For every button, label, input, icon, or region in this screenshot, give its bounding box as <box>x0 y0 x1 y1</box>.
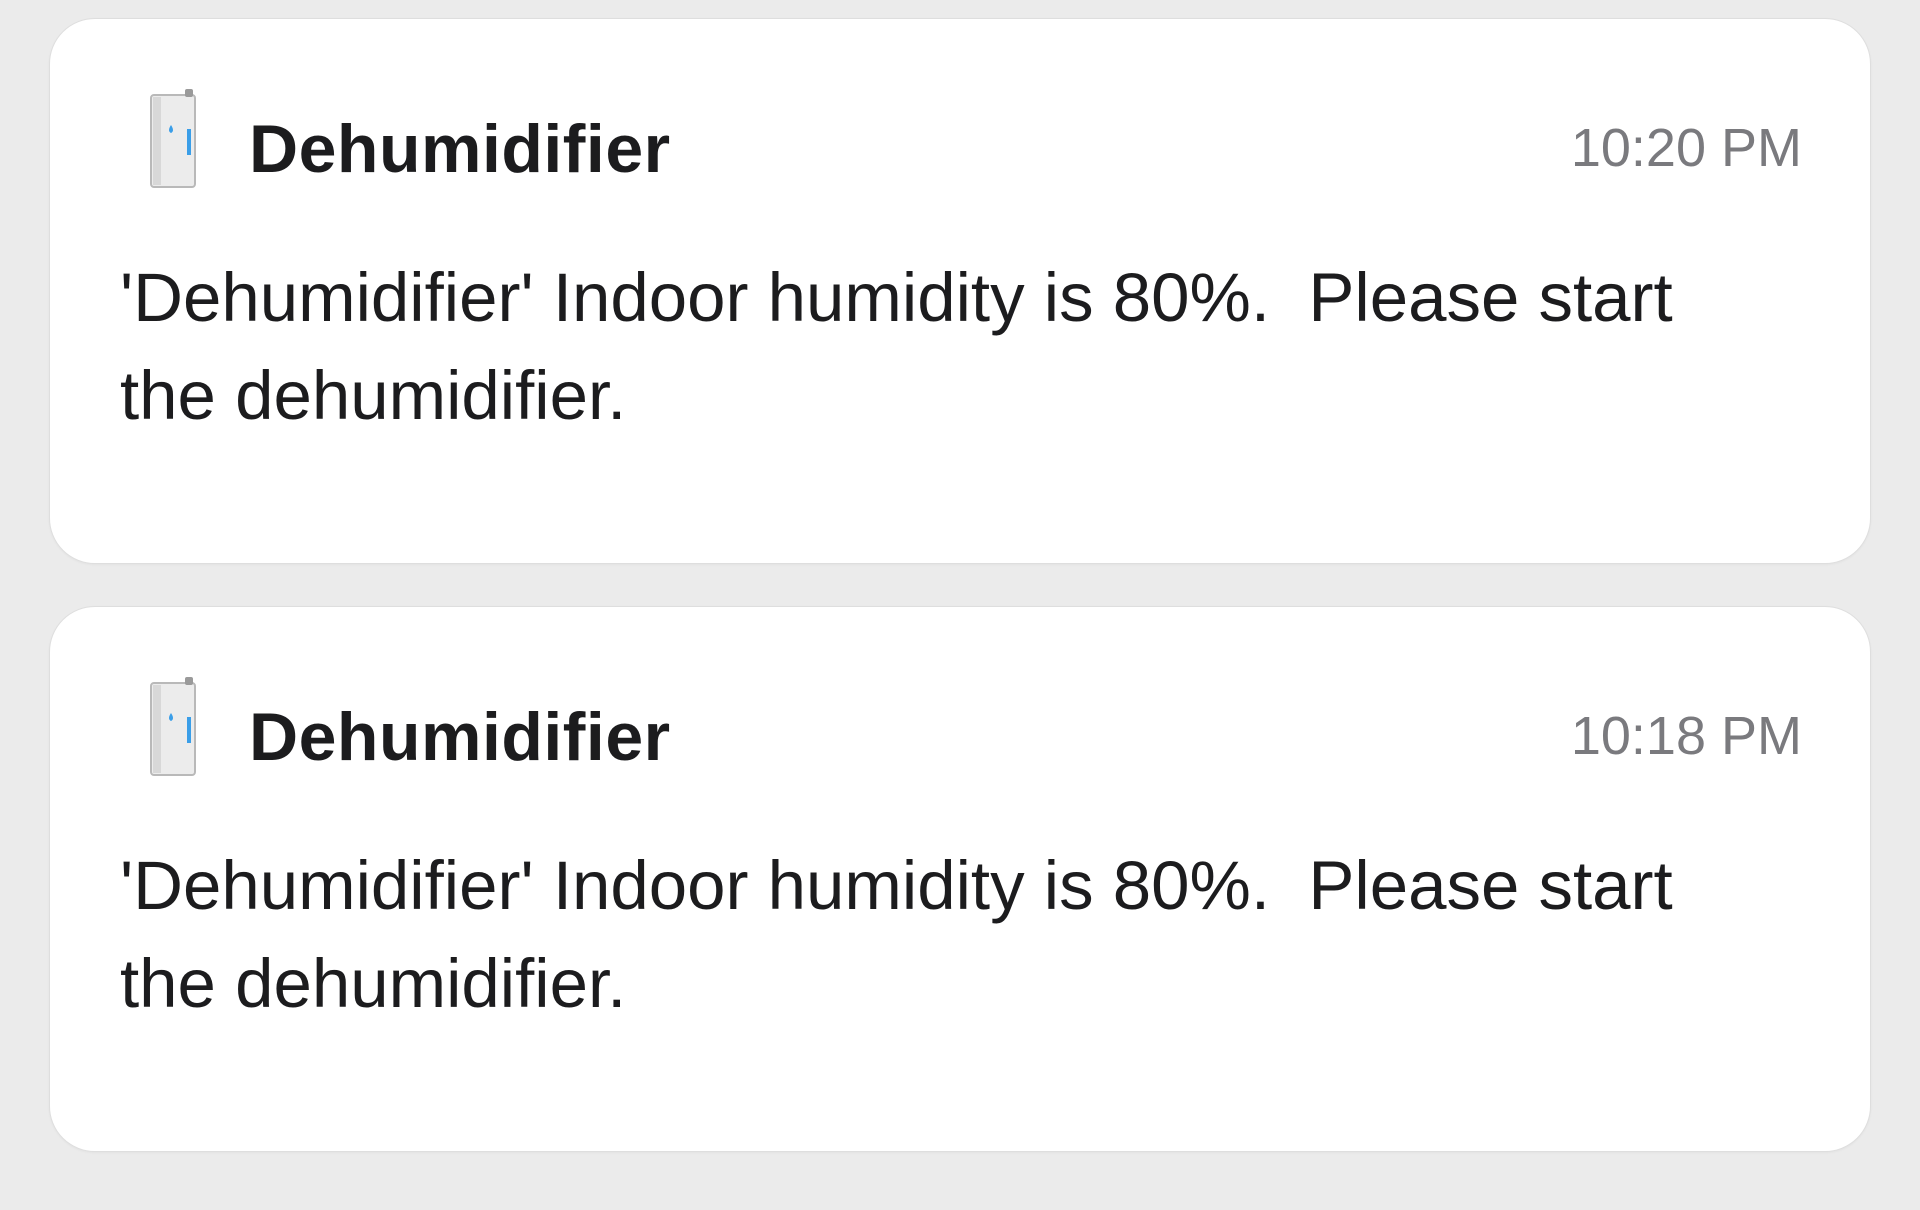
dehumidifier-icon <box>150 677 196 776</box>
notification-message: 'Dehumidifier' Indoor humidity is 80%. P… <box>120 259 1692 434</box>
dehumidifier-icon <box>150 89 196 188</box>
notification-card[interactable]: Dehumidifier 10:18 PM 'Dehumidifier' Ind… <box>49 606 1871 1152</box>
app-name: Dehumidifier <box>249 699 671 775</box>
notification-time: 10:18 PM <box>1570 706 1802 766</box>
notification-list: Dehumidifier 10:20 PM 'Dehumidifier' Ind… <box>49 18 1871 1152</box>
notification-time: 10:20 PM <box>1570 118 1802 178</box>
notification-card[interactable]: Dehumidifier 10:20 PM 'Dehumidifier' Ind… <box>49 18 1871 564</box>
notification-message: 'Dehumidifier' Indoor humidity is 80%. P… <box>120 847 1692 1022</box>
app-name: Dehumidifier <box>249 111 671 187</box>
